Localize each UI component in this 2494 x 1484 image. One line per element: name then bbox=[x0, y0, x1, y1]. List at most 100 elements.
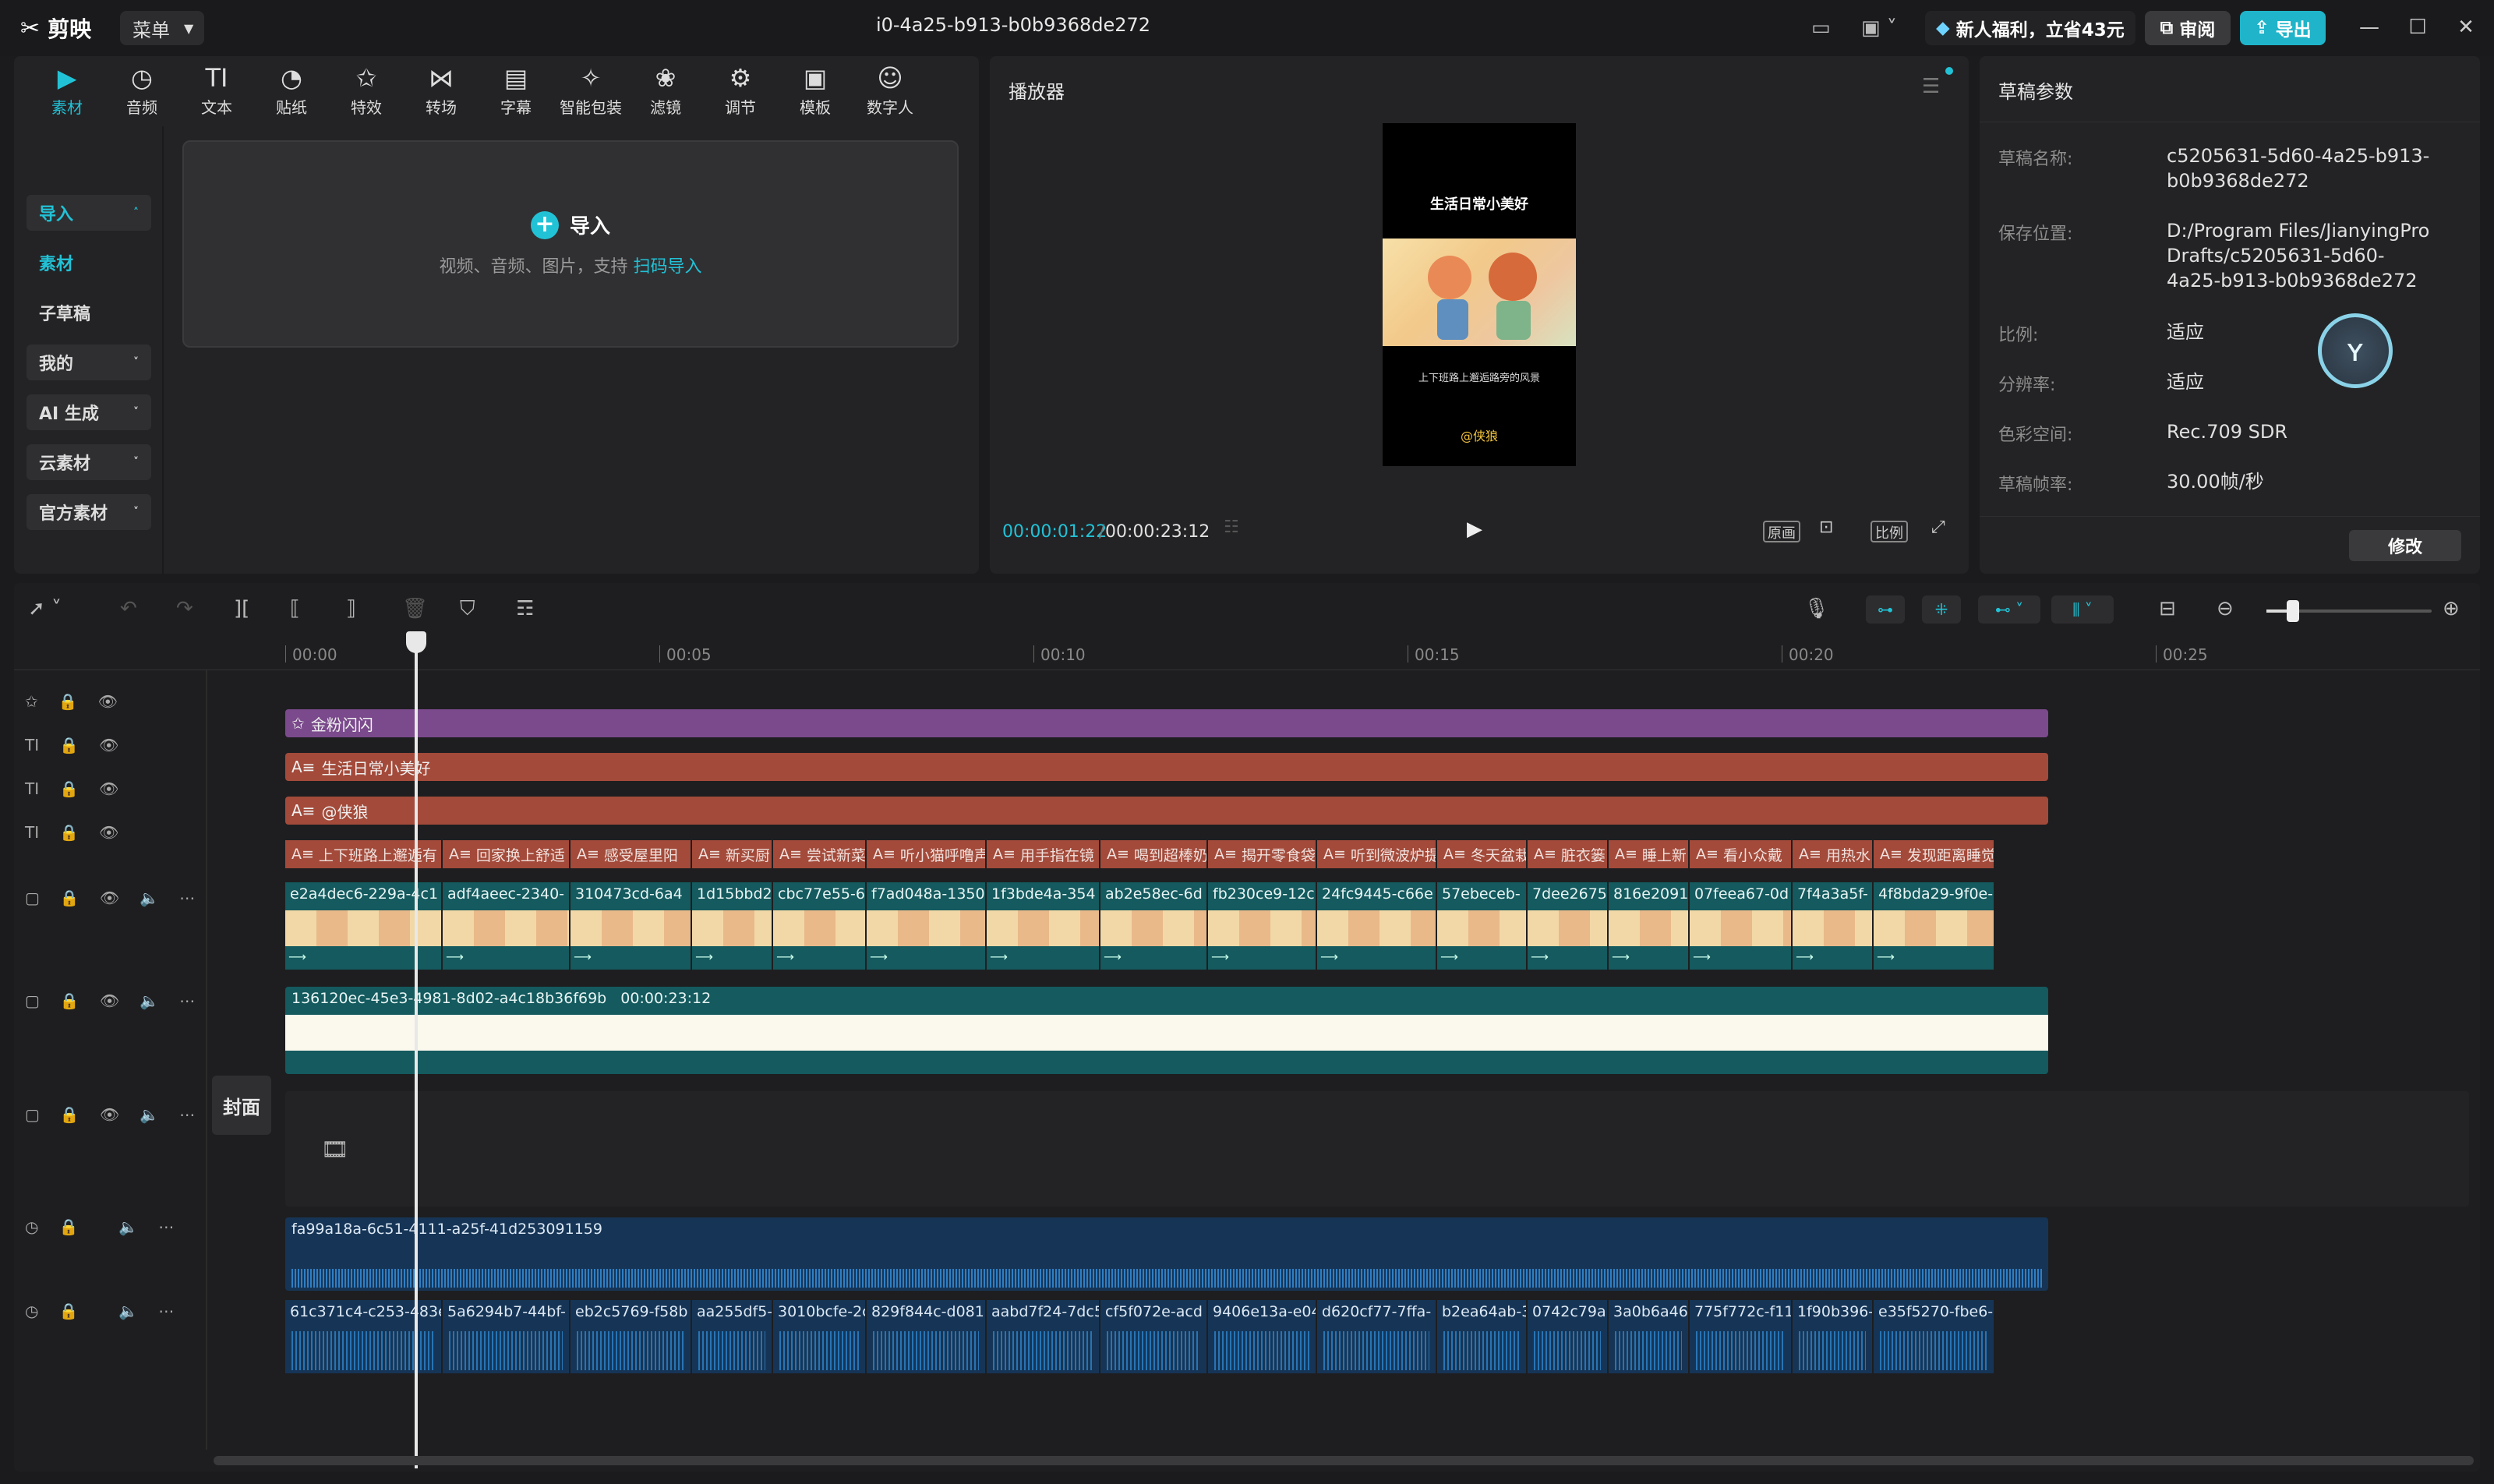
audio-clip[interactable]: aa255df5- bbox=[692, 1300, 773, 1373]
video-clip[interactable]: 57ebeceb- ⟶ bbox=[1437, 882, 1528, 970]
split-icon[interactable]: ][ bbox=[234, 597, 249, 622]
lock-icon[interactable]: 🔒 bbox=[60, 991, 79, 1010]
layout-switch-icon[interactable]: ▣ ˅ bbox=[1861, 14, 1897, 42]
tool-sticker[interactable]: ◔ 贴纸 bbox=[254, 62, 329, 118]
video-clip[interactable]: ab2e58ec-6d ⟶ bbox=[1100, 882, 1208, 970]
nav-sub-draft[interactable]: 子草稿 bbox=[26, 295, 151, 330]
speaker-icon[interactable]: 🔈 bbox=[140, 991, 159, 1010]
subtitle-clip[interactable]: A≡ 喝到超棒奶 bbox=[1100, 840, 1208, 868]
more-icon[interactable]: ⋯ bbox=[179, 889, 195, 907]
menu-button[interactable]: 菜单 ▼ bbox=[120, 11, 204, 45]
audio-clip[interactable]: 9406e13a-e04 bbox=[1208, 1300, 1317, 1373]
video-clip[interactable]: e2a4dec6-229a-4c1 ⟶ bbox=[285, 882, 443, 970]
more-icon[interactable]: ⋯ bbox=[179, 991, 195, 1010]
tool-effects[interactable]: ✩ 特效 bbox=[329, 62, 404, 118]
lock-icon[interactable]: 🔒 bbox=[60, 889, 79, 907]
speaker-icon[interactable]: 🔈 bbox=[118, 1217, 138, 1236]
linkage-toggle[interactable]: ⊷ ˅ bbox=[1978, 595, 2040, 624]
main-track-area[interactable]: 🎞 bbox=[285, 1091, 2469, 1207]
nav-import[interactable]: 导入 ˄ bbox=[26, 195, 151, 231]
tool-text[interactable]: TI 文本 bbox=[179, 62, 254, 118]
eye-icon[interactable]: 👁 bbox=[100, 889, 119, 907]
zoom-fit-icon[interactable]: ⊡ bbox=[1819, 518, 1833, 544]
subtitle-clip[interactable]: A≡ 上下班路上邂逅有 bbox=[285, 840, 443, 868]
import-dropzone[interactable]: + 导入 视频、音频、图片，支持 扫码导入 bbox=[182, 140, 959, 348]
eye-icon[interactable]: 👁 bbox=[99, 823, 118, 842]
eye-icon[interactable]: 👁 bbox=[98, 692, 118, 711]
time-ruler[interactable]: 00:00 00:05 00:10 00:15 00:20 00:25 bbox=[14, 639, 2480, 670]
video-clip[interactable]: fb230ce9-12c ⟶ bbox=[1208, 882, 1317, 970]
video-preview[interactable]: 生活日常小美好 上下班路上邂逅路旁的风景 @侠狼 bbox=[1383, 123, 1576, 466]
close-icon[interactable]: ✕ bbox=[2452, 16, 2480, 41]
eye-icon[interactable]: 👁 bbox=[99, 779, 118, 798]
audio-clip[interactable]: 1f90b396- bbox=[1793, 1300, 1874, 1373]
more-icon[interactable]: ⋯ bbox=[158, 1302, 174, 1320]
speaker-icon[interactable]: 🔈 bbox=[140, 889, 159, 907]
zoom-out-icon[interactable]: ⊖ bbox=[2217, 597, 2234, 622]
text-clip[interactable]: A≡ 生活日常小美好 bbox=[285, 753, 2048, 781]
subtitle-clip[interactable]: A≡ 发现距离睡觉 bbox=[1874, 840, 1995, 868]
video-clip[interactable]: 310473cd-6a4 ⟶ bbox=[571, 882, 692, 970]
ratio-button[interactable]: 比例 bbox=[1870, 521, 1908, 542]
tool-captions[interactable]: ▤ 字幕 bbox=[479, 62, 553, 118]
timecode-list-icon[interactable]: ☷ bbox=[1224, 518, 1239, 544]
zoom-slider-handle[interactable] bbox=[2287, 600, 2299, 622]
subtitle-clip[interactable]: A≡ 看小众戴 bbox=[1690, 840, 1793, 868]
assistant-avatar-icon[interactable]: ʏ bbox=[2318, 313, 2393, 388]
lock-icon[interactable]: 🔒 bbox=[58, 1217, 78, 1236]
hamburger-icon[interactable]: ☰ bbox=[1922, 75, 1940, 98]
audio-clip[interactable]: d620cf77-7ffa- bbox=[1317, 1300, 1437, 1373]
zoom-slider[interactable] bbox=[2266, 600, 2432, 622]
minimize-icon[interactable]: — bbox=[2355, 16, 2383, 41]
lock-icon[interactable]: 🔒 bbox=[60, 1105, 79, 1124]
review-button[interactable]: ⧉ 审阅 bbox=[2145, 11, 2231, 45]
audio-clip[interactable]: 3010bcfe-2c bbox=[773, 1300, 867, 1373]
audio-clip[interactable]: fa99a18a-6c51-4111-a25f-41d253091159 bbox=[285, 1217, 2048, 1291]
tool-template[interactable]: ▣ 模板 bbox=[778, 62, 853, 118]
audio-clip[interactable]: aabd7f24-7dc5 bbox=[987, 1300, 1100, 1373]
playhead[interactable] bbox=[406, 631, 426, 1468]
audio-clip[interactable]: 3a0b6a46- bbox=[1609, 1300, 1690, 1373]
preview-axis-toggle[interactable]: ⫼ ˅ bbox=[2051, 595, 2114, 624]
horizontal-scrollbar[interactable] bbox=[214, 1456, 2474, 1465]
text-clip[interactable]: A≡ @侠狼 bbox=[285, 797, 2048, 825]
more-icon[interactable]: ⋯ bbox=[158, 1217, 174, 1236]
undo-icon[interactable]: ↶ bbox=[120, 597, 137, 622]
subtitle-clip[interactable]: A≡ 用热水 bbox=[1793, 840, 1874, 868]
playhead-handle[interactable] bbox=[406, 631, 426, 653]
zoom-in-icon[interactable]: ⊕ bbox=[2443, 597, 2460, 622]
eye-icon[interactable]: 👁 bbox=[100, 1105, 119, 1124]
promo-badge[interactable]: ◆ 新人福利，立省43元 bbox=[1925, 11, 2135, 45]
microphone-icon[interactable]: 🎙 bbox=[1803, 597, 1829, 622]
tool-transition[interactable]: ⋈ 转场 bbox=[404, 62, 479, 118]
fullscreen-icon[interactable]: ⤢ bbox=[1931, 518, 1945, 544]
lock-icon[interactable]: 🔒 bbox=[59, 823, 79, 842]
effect-clip[interactable]: ✩ 金粉闪闪 bbox=[285, 709, 2048, 737]
video-clip[interactable]: cbc77e55-6 ⟶ bbox=[773, 882, 867, 970]
subtitle-clip[interactable]: A≡ 脏衣篓 bbox=[1528, 840, 1609, 868]
subtitle-clip[interactable]: A≡ 听小猫呼噜声 bbox=[867, 840, 987, 868]
tool-media[interactable]: ▶ 素材 bbox=[30, 62, 104, 118]
export-button[interactable]: ⇪ 导出 bbox=[2240, 11, 2326, 45]
original-quality-button[interactable]: 原画 bbox=[1763, 521, 1800, 542]
tool-filter[interactable]: ❀ 滤镜 bbox=[628, 62, 703, 118]
tool-adjust[interactable]: ⚙ 调节 bbox=[703, 62, 778, 118]
subtitle-clip[interactable]: A≡ 感受屋里阳 bbox=[571, 840, 692, 868]
subtitle-clip[interactable]: A≡ 睡上新 bbox=[1609, 840, 1690, 868]
cover-button[interactable]: 封面 bbox=[212, 1076, 271, 1135]
subtitle-layout-icon[interactable]: ▭ bbox=[1811, 14, 1831, 42]
lock-icon[interactable]: 🔒 bbox=[59, 736, 79, 754]
play-icon[interactable]: ▶ bbox=[1467, 518, 1482, 544]
nav-official[interactable]: 官方素材 ˅ bbox=[26, 494, 151, 530]
speaker-icon[interactable]: 🔈 bbox=[118, 1302, 138, 1320]
video-clip[interactable]: 07feea67-0d ⟶ bbox=[1690, 882, 1793, 970]
nav-cloud[interactable]: 云素材 ˅ bbox=[26, 444, 151, 480]
audio-clip[interactable]: 5a6294b7-44bf- bbox=[443, 1300, 571, 1373]
subtitle-clip[interactable]: A≡ 冬天盆栽 bbox=[1437, 840, 1528, 868]
scan-import-link[interactable]: 扫码导入 bbox=[634, 257, 702, 277]
tool-smart-pack[interactable]: ✧ 智能包装 bbox=[553, 62, 628, 118]
auto-snap-toggle[interactable]: ⁜ bbox=[1922, 595, 1961, 624]
trim-left-icon[interactable]: ⟦ bbox=[290, 597, 300, 622]
audio-clip[interactable]: eb2c5769-f58b bbox=[571, 1300, 692, 1373]
audio-clip[interactable]: cf5f072e-acd bbox=[1100, 1300, 1208, 1373]
